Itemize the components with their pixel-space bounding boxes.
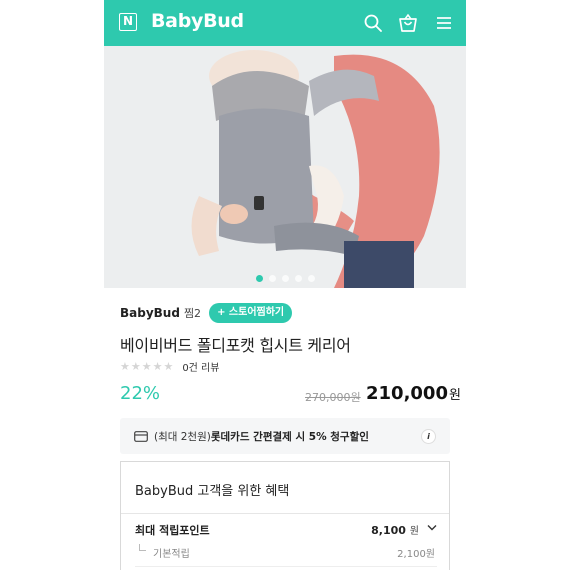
- product-image-carousel[interactable]: [104, 46, 466, 288]
- card-discount-main: 롯데카드 간편결제 시 5% 청구할인: [210, 430, 369, 443]
- carousel-dot[interactable]: [294, 275, 302, 282]
- review-count[interactable]: 0건 리뷰: [182, 359, 219, 374]
- max-points-number: 8,100: [371, 524, 406, 537]
- basic-points-label: 기본적립: [153, 549, 190, 560]
- brand-title[interactable]: BabyBud: [151, 10, 244, 32]
- store-jjim-count: 찜2: [183, 307, 202, 320]
- carousel-dot[interactable]: [268, 275, 276, 282]
- benefit-title: BabyBud 고객을 위한 혜택: [135, 484, 290, 499]
- original-price: 270,000원: [305, 391, 361, 404]
- max-points-unit: 원: [409, 526, 419, 537]
- sale-price-unit: 원: [448, 388, 461, 403]
- menu-icon[interactable]: [433, 12, 455, 34]
- basic-points-value: 2,100원: [397, 549, 435, 560]
- discount-rate: 22%: [120, 383, 161, 404]
- app-header: N BabyBud: [104, 0, 466, 46]
- card-discount-prefix: (최대 2천원): [154, 430, 211, 443]
- search-icon[interactable]: [362, 12, 384, 34]
- card-discount-text: (최대 2천원)롯데카드 간편결제 시 5% 청구할인: [154, 429, 369, 444]
- product-title: 베이비버드 폴디포캣 힙시트 케리어: [120, 336, 351, 355]
- divider: [135, 566, 437, 567]
- benefit-panel: BabyBud 고객을 위한 혜택 최대 적립포인트 8,100 원 기본적립 …: [120, 461, 450, 570]
- product-photo: [104, 46, 466, 288]
- chevron-down-icon[interactable]: [427, 524, 437, 531]
- store-row: BabyBud 찜2 + 스토어찜하기: [120, 303, 293, 323]
- sale-price-value: 210,000: [366, 383, 448, 404]
- carousel-indicators: [104, 267, 466, 286]
- rating-row[interactable]: ★★★★★ 0건 리뷰: [120, 359, 219, 374]
- card-discount-banner[interactable]: (최대 2천원)롯데카드 간편결제 시 5% 청구할인 i: [120, 418, 450, 454]
- store-name[interactable]: BabyBud: [120, 306, 180, 320]
- carousel-dot[interactable]: [307, 275, 315, 282]
- carousel-dot[interactable]: [281, 275, 289, 282]
- shopping-bag-icon[interactable]: [397, 12, 419, 34]
- tree-branch-icon: [139, 544, 146, 551]
- mobile-frame: N BabyBud BabyBud 찜2 + 스토어찜하기 베이비버드 폴디포캣…: [104, 0, 466, 570]
- star-rating-icon: ★★★★★: [120, 360, 175, 373]
- info-icon[interactable]: i: [421, 429, 436, 444]
- credit-card-icon: [134, 430, 148, 442]
- sale-price: 210,000원: [366, 383, 461, 404]
- max-points-value[interactable]: 8,100 원: [371, 522, 419, 537]
- carousel-dot[interactable]: [255, 275, 263, 282]
- max-points-label: 최대 적립포인트: [135, 524, 210, 537]
- naver-logo-icon[interactable]: N: [119, 13, 137, 31]
- divider: [121, 513, 449, 514]
- store-favorite-button[interactable]: + 스토어찜하기: [209, 303, 293, 323]
